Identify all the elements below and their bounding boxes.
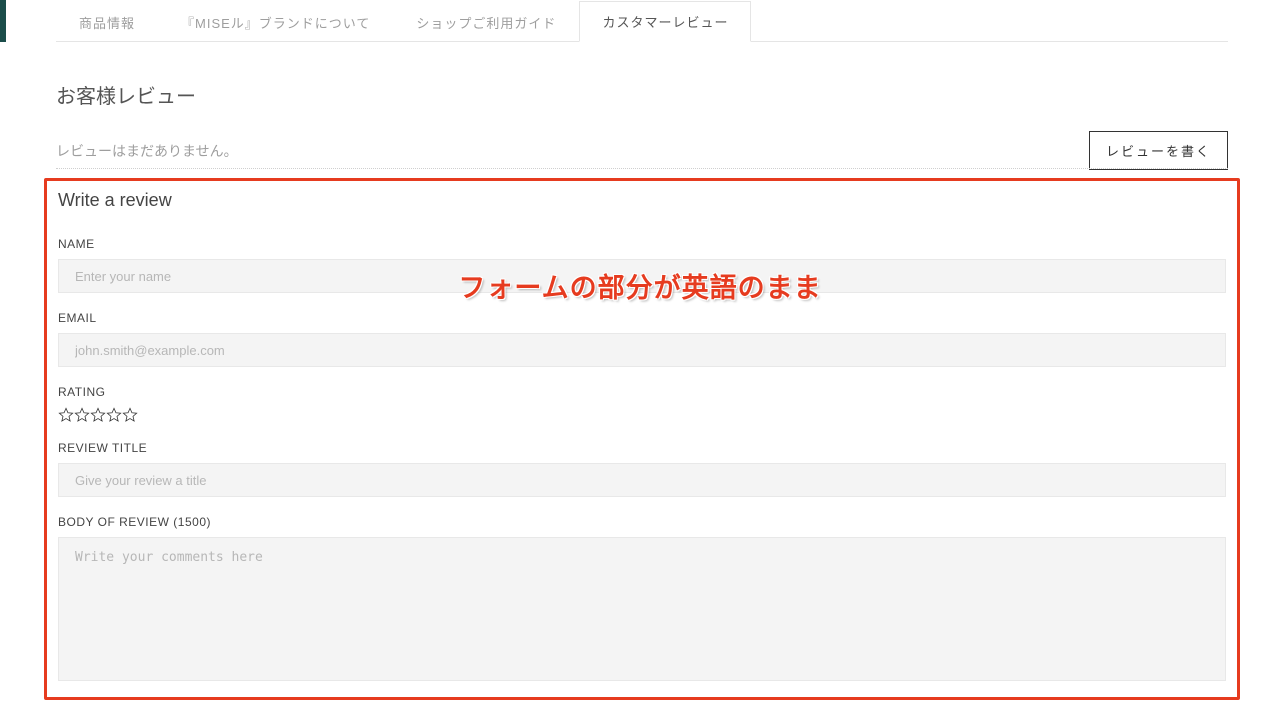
review-title-label: REVIEW TITLE: [58, 441, 1226, 455]
review-header-row: レビューはまだありません。 レビューを書く: [56, 131, 1228, 170]
name-input[interactable]: [58, 259, 1226, 293]
star-icon[interactable]: [74, 407, 90, 423]
star-icon[interactable]: [58, 407, 74, 423]
review-form: Write a review NAME EMAIL RATING REVIEW …: [58, 190, 1226, 686]
write-review-button[interactable]: レビューを書く: [1089, 131, 1228, 170]
star-icon[interactable]: [122, 407, 138, 423]
email-label: EMAIL: [58, 311, 1226, 325]
rating-stars: [58, 407, 1226, 423]
tab-label: 商品情報: [79, 13, 135, 32]
review-header: お客様レビュー レビューはまだありません。 レビューを書く: [56, 80, 1228, 170]
form-heading: Write a review: [58, 190, 1226, 211]
star-icon[interactable]: [90, 407, 106, 423]
tab-customer-reviews[interactable]: カスタマーレビュー: [579, 1, 751, 42]
product-tabs: 商品情報 『MISEル』ブランドについて ショップご利用ガイド カスタマーレビュ…: [56, 0, 1228, 42]
window-edge: [0, 0, 6, 42]
tab-label: カスタマーレビュー: [602, 12, 728, 31]
section-divider: [56, 168, 1228, 169]
rating-label: RATING: [58, 385, 1226, 399]
tab-product-info[interactable]: 商品情報: [56, 1, 158, 42]
star-icon[interactable]: [106, 407, 122, 423]
tab-label: 『MISEル』ブランドについて: [181, 13, 370, 32]
review-section-title: お客様レビュー: [56, 80, 1228, 109]
review-body-textarea[interactable]: [58, 537, 1226, 681]
name-label: NAME: [58, 237, 1226, 251]
body-label: BODY OF REVIEW (1500): [58, 515, 1226, 529]
no-reviews-text: レビューはまだありません。: [56, 141, 238, 161]
email-input[interactable]: [58, 333, 1226, 367]
tab-label: ショップご利用ガイド: [416, 13, 556, 32]
tab-brand[interactable]: 『MISEル』ブランドについて: [158, 1, 393, 42]
page-content: 商品情報 『MISEル』ブランドについて ショップご利用ガイド カスタマーレビュ…: [56, 0, 1228, 170]
review-title-input[interactable]: [58, 463, 1226, 497]
tab-shop-guide[interactable]: ショップご利用ガイド: [393, 1, 579, 42]
